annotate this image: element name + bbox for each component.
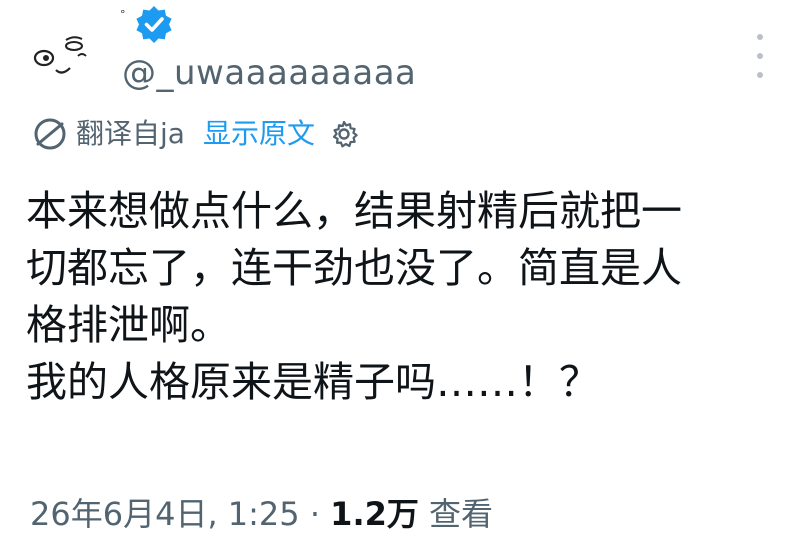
user-handle[interactable]: @_uwaaaaaaaaa <box>122 53 416 93</box>
meta-separator: · <box>309 495 320 533</box>
tweet-text: 本来想做点什么，结果射精后就把一 切都忘了，连干劲也没了。简直是人 格排泄啊。 … <box>26 183 776 411</box>
translated-from-label: 翻译自ja <box>76 117 185 150</box>
tweet-text-line: 切都忘了，连干劲也没了。简直是人 <box>26 244 682 292</box>
translate-globe-icon <box>34 118 66 150</box>
more-menu-button[interactable] <box>752 34 768 78</box>
verified-badge-icon <box>136 6 172 43</box>
more-dot <box>757 72 763 78</box>
views-count: 1.2万 <box>330 495 419 533</box>
more-dot <box>757 53 763 59</box>
views-label: 查看 <box>429 495 494 533</box>
tweet-text-line: 我的人格原来是精子吗……！？ <box>26 358 600 406</box>
avatar[interactable] <box>30 32 92 82</box>
more-vertical-icon <box>757 34 763 40</box>
tweet-text-line: 本来想做点什么，结果射精后就把一 <box>26 187 682 235</box>
tweet-meta: 26年6月4日, 1:25 · 1.2万 查看 <box>30 492 493 536</box>
display-name[interactable]: ° <box>120 8 126 21</box>
timestamp-link[interactable]: 26年6月4日, 1:25 <box>30 495 300 533</box>
gear-icon[interactable] <box>329 119 359 149</box>
show-original-link[interactable]: 显示原文 <box>203 112 315 156</box>
tweet-text-line: 格排泄啊。 <box>26 301 231 349</box>
translation-bar: 翻译自ja 显示原文 <box>32 112 359 156</box>
